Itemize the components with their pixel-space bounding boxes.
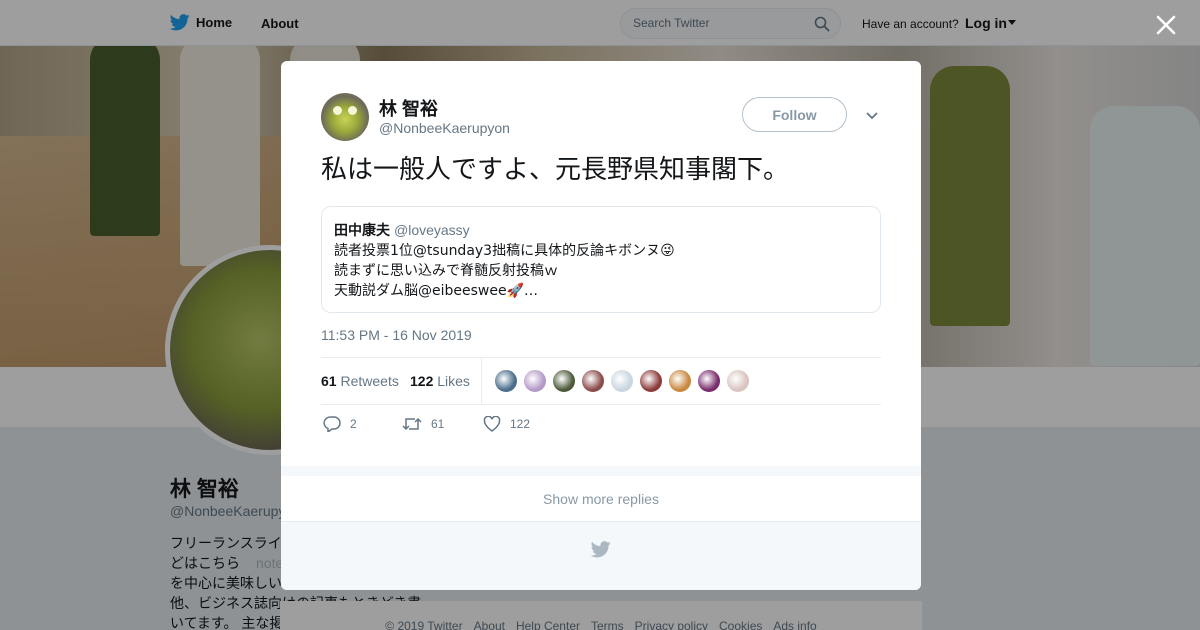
twitter-bird-icon bbox=[591, 541, 611, 558]
liker-avatar[interactable] bbox=[552, 369, 576, 393]
quoted-author-name: 田中康夫 bbox=[334, 222, 390, 238]
liker-avatar[interactable] bbox=[726, 369, 750, 393]
reply-count: 2 bbox=[350, 417, 357, 431]
show-more-replies-button[interactable]: Show more replies bbox=[281, 476, 921, 522]
stats-divider bbox=[481, 358, 482, 404]
likes-count: 122 bbox=[410, 373, 434, 389]
likes-label: Likes bbox=[437, 373, 470, 389]
author-handle[interactable]: @NonbeeKaerupyon bbox=[379, 120, 510, 136]
quoted-tweet[interactable]: 田中康夫 @loveyassy 読者投票1位@tsunday3拙稿に具体的反論キボ… bbox=[321, 206, 881, 313]
author-name[interactable]: 林 智裕 bbox=[379, 95, 438, 121]
retweets-count: 61 bbox=[321, 373, 337, 389]
quoted-tweet-header: 田中康夫 @loveyassy bbox=[334, 220, 868, 240]
quoted-text-line: 読まずに思い込みで脊髄反射投稿ｗ bbox=[334, 263, 558, 279]
tweet-text: 私は一般人ですよ、元長野県知事閣下。 bbox=[321, 155, 790, 185]
reply-icon bbox=[323, 416, 341, 432]
retweet-icon bbox=[402, 417, 422, 431]
retweet-count: 61 bbox=[431, 417, 445, 431]
retweet-action[interactable]: 61 bbox=[402, 416, 444, 432]
likes-stat[interactable]: 122 Likes bbox=[410, 373, 470, 389]
like-action[interactable]: 122 bbox=[483, 416, 530, 432]
tweet-timestamp[interactable]: 11:53 PM - 16 Nov 2019 bbox=[321, 327, 472, 343]
quoted-text-line: 読者投票1位@tsunday3拙稿に具体的反論キボンヌ😜 bbox=[334, 243, 675, 259]
modal-footer bbox=[281, 522, 921, 590]
quoted-author-handle: @loveyassy bbox=[394, 222, 470, 238]
liker-avatars bbox=[494, 369, 750, 393]
reply-action[interactable]: 2 bbox=[323, 416, 357, 432]
liker-avatar[interactable] bbox=[523, 369, 547, 393]
quoted-text-line: 天動説ダム脳@eibeeswee🚀… bbox=[334, 283, 539, 299]
author-avatar[interactable] bbox=[321, 93, 369, 141]
tweet-modal: 林 智裕 @NonbeeKaerupyon Follow 私は一般人ですよ、元長… bbox=[281, 61, 921, 590]
follow-button[interactable]: Follow bbox=[742, 97, 847, 132]
replies-separator bbox=[281, 466, 921, 476]
liker-avatar[interactable] bbox=[610, 369, 634, 393]
tweet-stats: 61 Retweets 122 Likes bbox=[321, 357, 881, 405]
liker-avatar[interactable] bbox=[668, 369, 692, 393]
chevron-down-icon[interactable] bbox=[865, 108, 879, 126]
close-icon[interactable] bbox=[1155, 14, 1177, 36]
liker-avatar[interactable] bbox=[639, 369, 663, 393]
liker-avatar[interactable] bbox=[494, 369, 518, 393]
liker-avatar[interactable] bbox=[581, 369, 605, 393]
heart-icon bbox=[483, 416, 501, 432]
liker-avatar[interactable] bbox=[697, 369, 721, 393]
like-count: 122 bbox=[510, 417, 531, 431]
retweets-label: Retweets bbox=[340, 373, 399, 389]
retweets-stat[interactable]: 61 Retweets bbox=[321, 373, 399, 389]
